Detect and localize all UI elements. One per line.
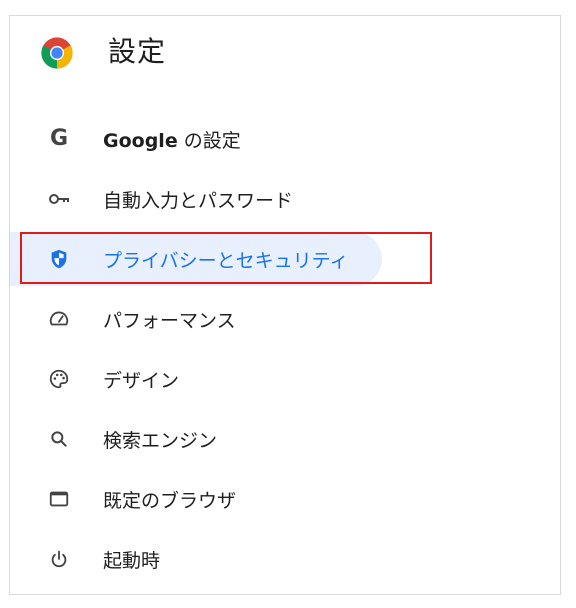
sidebar-item-autofill[interactable]: 自動入力とパスワード <box>10 169 560 229</box>
browser-window-icon <box>46 486 72 512</box>
speedometer-icon <box>46 306 72 332</box>
sidebar-item-appearance[interactable]: デザイン <box>10 349 560 409</box>
sidebar-item-label: デザイン <box>103 369 180 392</box>
chrome-logo-icon <box>41 37 73 69</box>
sidebar-item-label: プライバシーとセキュリティ <box>103 249 349 272</box>
page-title: 設定 <box>108 35 167 68</box>
sidebar-item-label: 自動入力とパスワード <box>103 189 294 212</box>
sidebar-item-label: パフォーマンス <box>103 309 236 332</box>
sidebar-item-label: 起動時 <box>103 549 161 572</box>
settings-panel: 設定 G Google の設定 自動入力とパスワード プライバシーとセキュリティ… <box>9 15 561 595</box>
sidebar-item-search-engine[interactable]: 検索エンジン <box>10 409 560 469</box>
sidebar-item-label: Google の設定 <box>103 129 241 152</box>
settings-header: 設定 <box>10 16 560 86</box>
sidebar-item-startup[interactable]: 起動時 <box>10 529 560 589</box>
search-icon <box>46 426 72 452</box>
google-g-icon: G <box>49 126 69 151</box>
key-icon <box>46 186 72 212</box>
shield-icon <box>46 246 72 272</box>
sidebar-item-label: 既定のブラウザ <box>103 489 237 512</box>
palette-icon <box>46 366 72 392</box>
sidebar-item-default-browser[interactable]: 既定のブラウザ <box>10 469 560 529</box>
sidebar-item-performance[interactable]: パフォーマンス <box>10 289 560 349</box>
sidebar-item-privacy[interactable]: プライバシーとセキュリティ <box>10 229 560 289</box>
power-icon <box>46 546 72 572</box>
sidebar-item-label: 検索エンジン <box>103 429 218 452</box>
settings-nav: G Google の設定 自動入力とパスワード プライバシーとセキュリティ パフ… <box>10 109 560 589</box>
sidebar-item-google[interactable]: G Google の設定 <box>10 109 560 169</box>
